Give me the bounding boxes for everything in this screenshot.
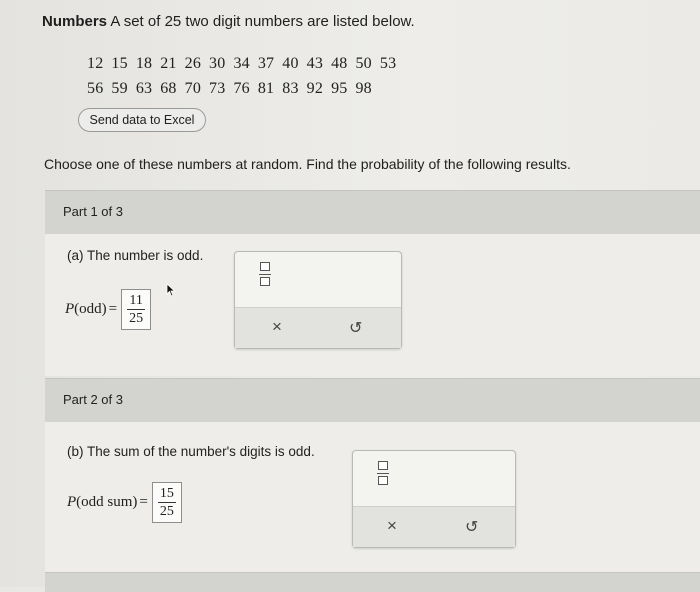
clear-icon[interactable]: × [387,516,397,536]
part-2-denominator[interactable]: 25 [158,503,176,520]
part-1-numerator[interactable]: 11 [127,292,146,310]
part-2-question: (b) The sum of the number's digits is od… [67,444,315,459]
listed-number: 92 [306,80,324,97]
listed-number: 81 [257,80,275,97]
listed-number: 68 [160,80,177,97]
send-to-excel-button[interactable]: Send data to Excel [78,108,206,132]
part-2-answer: P (odd sum) = 15 25 [67,482,182,523]
part-1-header-label: Part 1 of 3 [63,204,123,219]
listed-number: 26 [184,55,202,72]
part-2-equals: = [139,494,148,510]
listed-number: 30 [209,55,226,72]
listed-number: 59 [111,80,128,97]
number-row-2: 56 59 63 68 70 73 76 81 83 92 95 98 [87,80,380,98]
listed-number: 83 [282,80,299,97]
listed-number: 37 [257,55,275,72]
listed-number: 56 [87,80,104,97]
listed-number: 70 [184,80,202,97]
part-1-header[interactable]: Part 1 of 3 [45,190,700,234]
part-1-question: (a) The number is odd. [67,248,204,263]
part-1-denominator[interactable]: 25 [127,310,145,327]
part-2-numerator[interactable]: 15 [157,485,176,503]
listed-number: 95 [331,80,348,97]
undo-icon[interactable]: ↺ [465,517,478,537]
problem-title: Numbers A set of 25 two digit numbers ar… [42,13,415,30]
listed-number: 18 [135,55,153,72]
part-2-tool-bottom: × ↺ [353,506,515,547]
part-1-tool-panel: × ↺ [234,251,402,349]
part-1-prob-symbol: P [65,301,75,317]
mouse-cursor-icon [166,283,176,297]
part-2-body: (b) The sum of the number's digits is od… [45,422,700,572]
number-row-1: 12 15 18 21 26 30 34 37 40 43 48 50 53 [87,55,404,73]
part-1-equals: = [108,301,118,317]
listed-number: 21 [160,55,177,72]
listed-number: 73 [209,80,226,97]
part-1-fraction-input[interactable]: 11 25 [121,289,152,330]
part-2-fraction-input[interactable]: 15 25 [151,482,182,523]
part-2-prob-arg: (odd sum) [76,494,138,510]
listed-number: 34 [233,55,250,72]
listed-number: 76 [233,80,250,97]
problem-title-text: A set of 25 two digit numbers are listed… [107,13,415,30]
part-1-prob-arg: (odd) [74,301,107,317]
page: Numbers A set of 25 two digit numbers ar… [0,0,700,592]
listed-number: 48 [331,55,348,72]
problem-title-bold: Numbers [42,13,108,30]
listed-number: 12 [87,55,104,72]
clear-icon[interactable]: × [272,317,282,337]
undo-icon[interactable]: ↺ [349,318,362,338]
listed-number: 98 [355,80,372,97]
listed-number: 50 [355,55,372,72]
part-2-header[interactable]: Part 2 of 3 [45,378,700,422]
listed-number: 43 [306,55,324,72]
listed-number: 40 [282,55,299,72]
part-1-answer: P (odd) = 11 25 [65,289,152,330]
listed-number: 53 [379,55,397,72]
fraction-template-icon[interactable] [259,262,271,288]
part-3-header[interactable] [45,572,700,592]
part-2-tool-panel: × ↺ [352,450,516,548]
fraction-template-icon[interactable] [377,461,389,487]
listed-number: 15 [111,55,128,72]
part-2-prob-symbol: P [67,494,77,510]
instruction-text: Choose one of these numbers at random. F… [44,156,571,172]
part-1-body: (a) The number is odd. P (odd) = 11 25 × ↺ [45,234,700,376]
part-1-tool-bottom: × ↺ [235,307,401,348]
listed-number: 63 [135,80,153,97]
part-2-header-label: Part 2 of 3 [63,392,123,407]
